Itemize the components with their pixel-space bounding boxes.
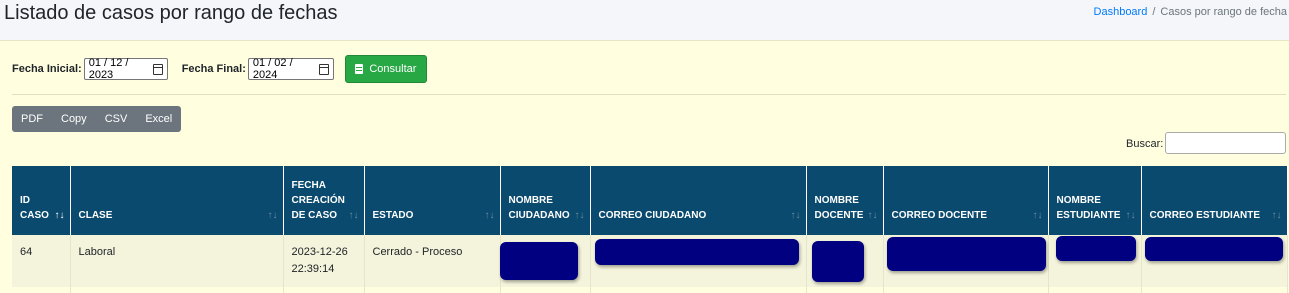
export-button-group: PDF Copy CSV Excel (12, 106, 182, 132)
end-date-label: Fecha Final: (181, 63, 246, 75)
cell-nombre-estudiante (1048, 235, 1142, 287)
table-header-row: ID CASO ↑↓ CLASE ↑↓ FECHA CREACIÓN DE CASO ↑↓ … (12, 166, 1288, 235)
sort-icon: ↑↓ (348, 210, 359, 221)
column-header-nombre-estudiante[interactable]: NOMBRE ESTUDIANTE ↑↓ (1048, 166, 1142, 235)
column-header-correo-docente[interactable]: CORREO DOCENTE ↑↓ (883, 166, 1049, 235)
column-header-nombre-docente[interactable]: NOMBRE DOCENTE ↑↓ (806, 166, 884, 235)
cell-fecha: 2023-12-26 22:39:14 (283, 235, 365, 287)
sort-icon: ↑↓ (790, 210, 801, 221)
export-csv-button[interactable]: CSV (96, 106, 137, 132)
export-excel-button[interactable]: Excel (136, 106, 181, 132)
cell-nombre-docente (806, 235, 884, 287)
column-header-clase[interactable]: CLASE ↑↓ (70, 166, 284, 235)
sort-icon: ↑↓ (267, 210, 278, 221)
page-header: Listado de casos por rango de fechas Das… (0, 0, 1289, 32)
cell-estado: Cerrado - Proceso (364, 235, 501, 287)
cell-id: 64 (12, 235, 71, 287)
sort-icon: ↑↓ (1032, 210, 1043, 221)
calendar-icon[interactable] (318, 63, 329, 75)
page-title: Listado de casos por rango de fechas (4, 2, 338, 24)
breadcrumb-dashboard-link[interactable]: Dashboard (1094, 6, 1148, 18)
document-icon (355, 64, 364, 74)
column-header-estado[interactable]: ESTADO ↑↓ (364, 166, 501, 235)
export-copy-button[interactable]: Copy (52, 106, 96, 132)
column-header-fecha-creacion[interactable]: FECHA CREACIÓN DE CASO ↑↓ (283, 166, 365, 235)
end-date-input[interactable]: 01 / 02 / 2024 (247, 57, 334, 81)
consultar-button[interactable]: Consultar (344, 55, 427, 83)
consultar-label: Consultar (369, 63, 417, 75)
column-header-correo-ciudadano[interactable]: CORREO CIUDADANO ↑↓ (590, 166, 807, 235)
table-row[interactable]: 64 Laboral 2023-12-26 22:39:14 Cerrado - … (12, 235, 1288, 287)
redacted-block (811, 241, 864, 282)
cell-clase: Laboral (70, 235, 284, 287)
start-date-value: 01 / 12 / 2023 (88, 57, 129, 81)
start-date-input[interactable]: 01 / 12 / 2023 (83, 57, 168, 81)
breadcrumb-current: Casos por rango de fecha (1160, 6, 1287, 18)
sort-icon: ↑↓ (867, 210, 878, 221)
sort-icon: ↑↓ (484, 210, 495, 221)
content-card: Fecha Inicial: 01 / 12 / 2023 Fecha Fina… (0, 40, 1289, 293)
column-header-correo-estudiante[interactable]: CORREO ESTUDIANTE ↑↓ (1141, 166, 1288, 235)
search-label: Buscar: (1126, 138, 1164, 150)
redacted-block (1144, 237, 1283, 261)
table-row[interactable] (12, 287, 1288, 293)
column-header-nombre-ciudadano[interactable]: NOMBRE CIUDADANO ↑↓ (500, 166, 591, 235)
sort-ascending-icon: ↑↓ (54, 210, 65, 221)
sort-icon: ↑↓ (574, 210, 585, 221)
calendar-icon[interactable] (152, 63, 163, 75)
date-filter-form: Fecha Inicial: 01 / 12 / 2023 Fecha Fina… (12, 55, 427, 83)
column-header-id-caso[interactable]: ID CASO ↑↓ (12, 166, 71, 235)
search-input[interactable] (1165, 132, 1286, 154)
redacted-block (499, 242, 578, 280)
sort-icon: ↑↓ (1271, 210, 1282, 221)
start-date-label: Fecha Inicial: (12, 63, 82, 75)
cases-table: ID CASO ↑↓ CLASE ↑↓ FECHA CREACIÓN DE CASO ↑↓ … (12, 166, 1288, 293)
breadcrumb: Dashboard / Casos por rango de fecha (1094, 6, 1287, 18)
redacted-block (886, 237, 1046, 271)
breadcrumb-separator: / (1152, 6, 1156, 18)
redacted-block (594, 239, 799, 265)
cell-correo-estudiante (1141, 235, 1288, 287)
sort-icon: ↑↓ (1125, 210, 1136, 221)
cell-nombre-ciudadano (499, 235, 591, 287)
redacted-block (1055, 236, 1136, 261)
cell-correo-docente (883, 235, 1049, 287)
divider (12, 94, 1286, 95)
export-pdf-button[interactable]: PDF (12, 106, 52, 132)
end-date-value: 01 / 02 / 2024 (252, 57, 293, 81)
cell-correo-ciudadano (590, 235, 807, 287)
